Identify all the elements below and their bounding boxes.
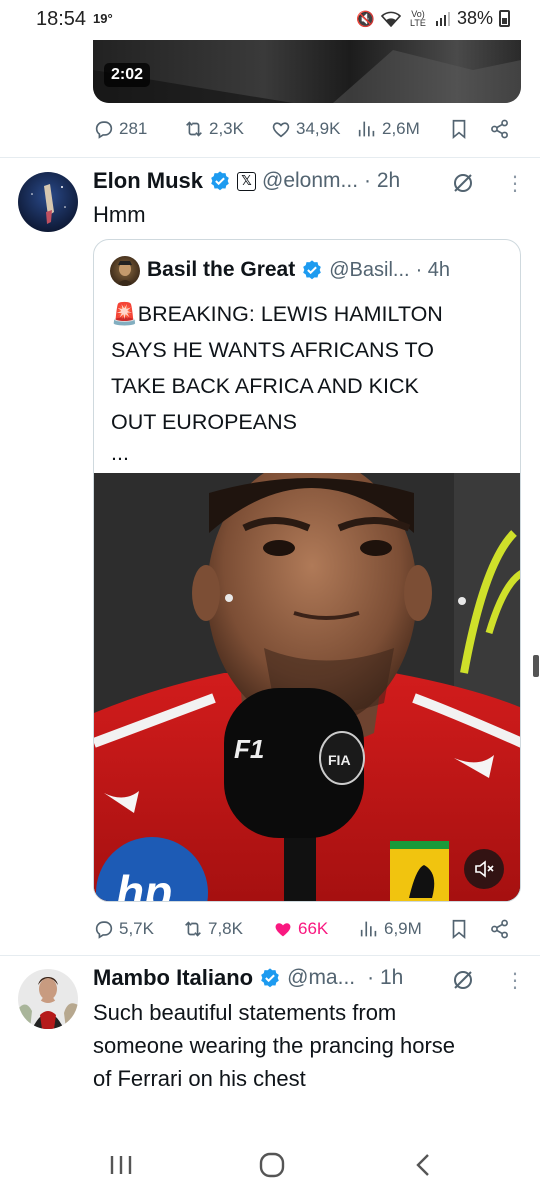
quote-text: 🚨BREAKING: LEWIS HAMILTON SAYS HE WANTS … [111, 296, 443, 466]
reply-count: 281 [119, 119, 148, 138]
quote-time: · 4h [415, 258, 451, 281]
bookmark-icon [452, 919, 466, 940]
tweet-header: Elon Musk 𝕏 @elonm... · 2h [93, 168, 400, 194]
siren-emoji: 🚨 [111, 302, 138, 326]
views-icon [358, 121, 375, 137]
status-bar: 18:54 19° 🔇 Vo) LTE 38% [0, 0, 540, 40]
quote-line-3: TAKE BACK AFRICA AND KICK [111, 374, 419, 398]
android-nav-bar [0, 1130, 540, 1200]
share-icon [491, 919, 508, 939]
reply-tweet-header: Mambo Italiano @ma... · 1h [93, 965, 403, 991]
recent-apps-icon[interactable] [108, 1154, 134, 1176]
bookmark-button[interactable] [448, 918, 470, 940]
like-count: 34,9K [296, 119, 341, 138]
top-tweet-video[interactable] [93, 40, 521, 103]
views-icon [360, 921, 377, 937]
quote-header: Basil the Great @Basil... · 4h [147, 258, 450, 282]
back-icon[interactable] [412, 1152, 436, 1178]
battery-icon [499, 10, 510, 27]
quote-line-2: SAYS HE WANTS AFRICANS TO [111, 338, 434, 362]
bookmark-button[interactable] [448, 118, 470, 140]
battery-percent: 38% [456, 8, 493, 28]
reply-author-name[interactable]: Mambo Italiano [93, 965, 253, 991]
network-label: Vo) LTE [410, 8, 426, 28]
quote-line-1: BREAKING: LEWIS HAMILTON [137, 302, 443, 326]
avatar-mambo[interactable] [18, 969, 78, 1029]
home-icon[interactable] [258, 1152, 286, 1178]
scrollbar[interactable] [533, 655, 539, 677]
share-button[interactable] [489, 118, 511, 140]
quoted-tweet[interactable]: Basil the Great @Basil... · 4h 🚨BREAKING… [93, 239, 521, 902]
signal-icon [435, 11, 450, 26]
like-count: 66K [298, 919, 329, 938]
repost-count: 2,3K [209, 119, 244, 138]
reply-line-2: someone wearing the prancing horse [93, 1033, 456, 1058]
views-button[interactable]: 6,9M [358, 918, 422, 940]
more-vertical-icon[interactable]: ⋮ [505, 968, 525, 993]
tweet-divider [0, 955, 540, 956]
author-handle[interactable]: @elonm... [262, 169, 358, 193]
volume-muted-icon [475, 860, 494, 878]
tweet-text: Hmm [93, 202, 146, 227]
status-temperature: 19° [93, 11, 113, 26]
wifi-icon [380, 11, 401, 27]
like-button[interactable]: 66K [272, 918, 328, 940]
more-vertical-icon[interactable]: ⋮ [505, 171, 525, 196]
views-count: 2,6M [382, 119, 420, 138]
quote-author-handle: @Basil... [329, 258, 410, 281]
share-icon [491, 119, 508, 139]
mic-f1-logo: F1 [234, 734, 264, 764]
share-button[interactable] [489, 918, 511, 940]
author-name[interactable]: Elon Musk [93, 168, 203, 194]
repost-icon [185, 921, 201, 937]
comment-icon [95, 121, 113, 139]
status-right: 🔇 Vo) LTE 38% [356, 8, 510, 29]
mute-button[interactable] [464, 849, 504, 889]
tweet-time[interactable]: · 2h [364, 169, 400, 193]
hp-logo: hp [116, 866, 172, 902]
verified-badge-icon [303, 260, 322, 280]
reply-line-3: of Ferrari on his chest [93, 1066, 306, 1091]
verified-badge-icon [211, 171, 229, 191]
video-duration: 2:02 [104, 63, 151, 87]
views-button[interactable]: 2,6M [356, 118, 420, 140]
reply-button[interactable]: 281 [93, 118, 147, 140]
reply-count: 5,7K [119, 919, 154, 938]
like-button[interactable]: 34,9K [270, 118, 340, 140]
heart-icon [272, 122, 290, 138]
repost-count: 7,8K [208, 919, 243, 938]
tweet-divider [0, 157, 540, 158]
heart-icon [275, 923, 291, 937]
mute-status-icon: 🔇 [356, 10, 375, 28]
x-affiliation-icon: 𝕏 [237, 171, 257, 191]
grok-icon[interactable] [450, 967, 476, 993]
views-count: 6,9M [384, 919, 422, 938]
verified-badge-icon [261, 968, 279, 988]
repost-button[interactable]: 2,3K [183, 118, 244, 140]
quote-ellipsis: ... [111, 441, 129, 465]
quote-video[interactable]: F1 FIA hp [94, 473, 520, 902]
quote-author-name: Basil the Great [147, 258, 296, 281]
bookmark-icon [452, 119, 466, 140]
repost-button[interactable]: 7,8K [182, 918, 243, 940]
reply-tweet-text: Such beautiful statements from someone w… [93, 996, 455, 1095]
grok-icon[interactable] [450, 170, 476, 196]
quote-line-4: OUT EUROPEANS [111, 410, 297, 434]
comment-icon [95, 921, 113, 939]
status-time: 18:54 [36, 8, 87, 30]
reply-time[interactable]: · 1h [367, 966, 403, 990]
reply-author-handle[interactable]: @ma... [287, 966, 355, 990]
avatar-basil[interactable] [110, 256, 140, 286]
reply-line-1: Such beautiful statements from [93, 1000, 397, 1025]
mic-fia-logo: FIA [328, 752, 351, 768]
reply-button[interactable]: 5,7K [93, 918, 154, 940]
repost-icon [186, 121, 202, 137]
avatar-elon[interactable] [18, 172, 78, 232]
